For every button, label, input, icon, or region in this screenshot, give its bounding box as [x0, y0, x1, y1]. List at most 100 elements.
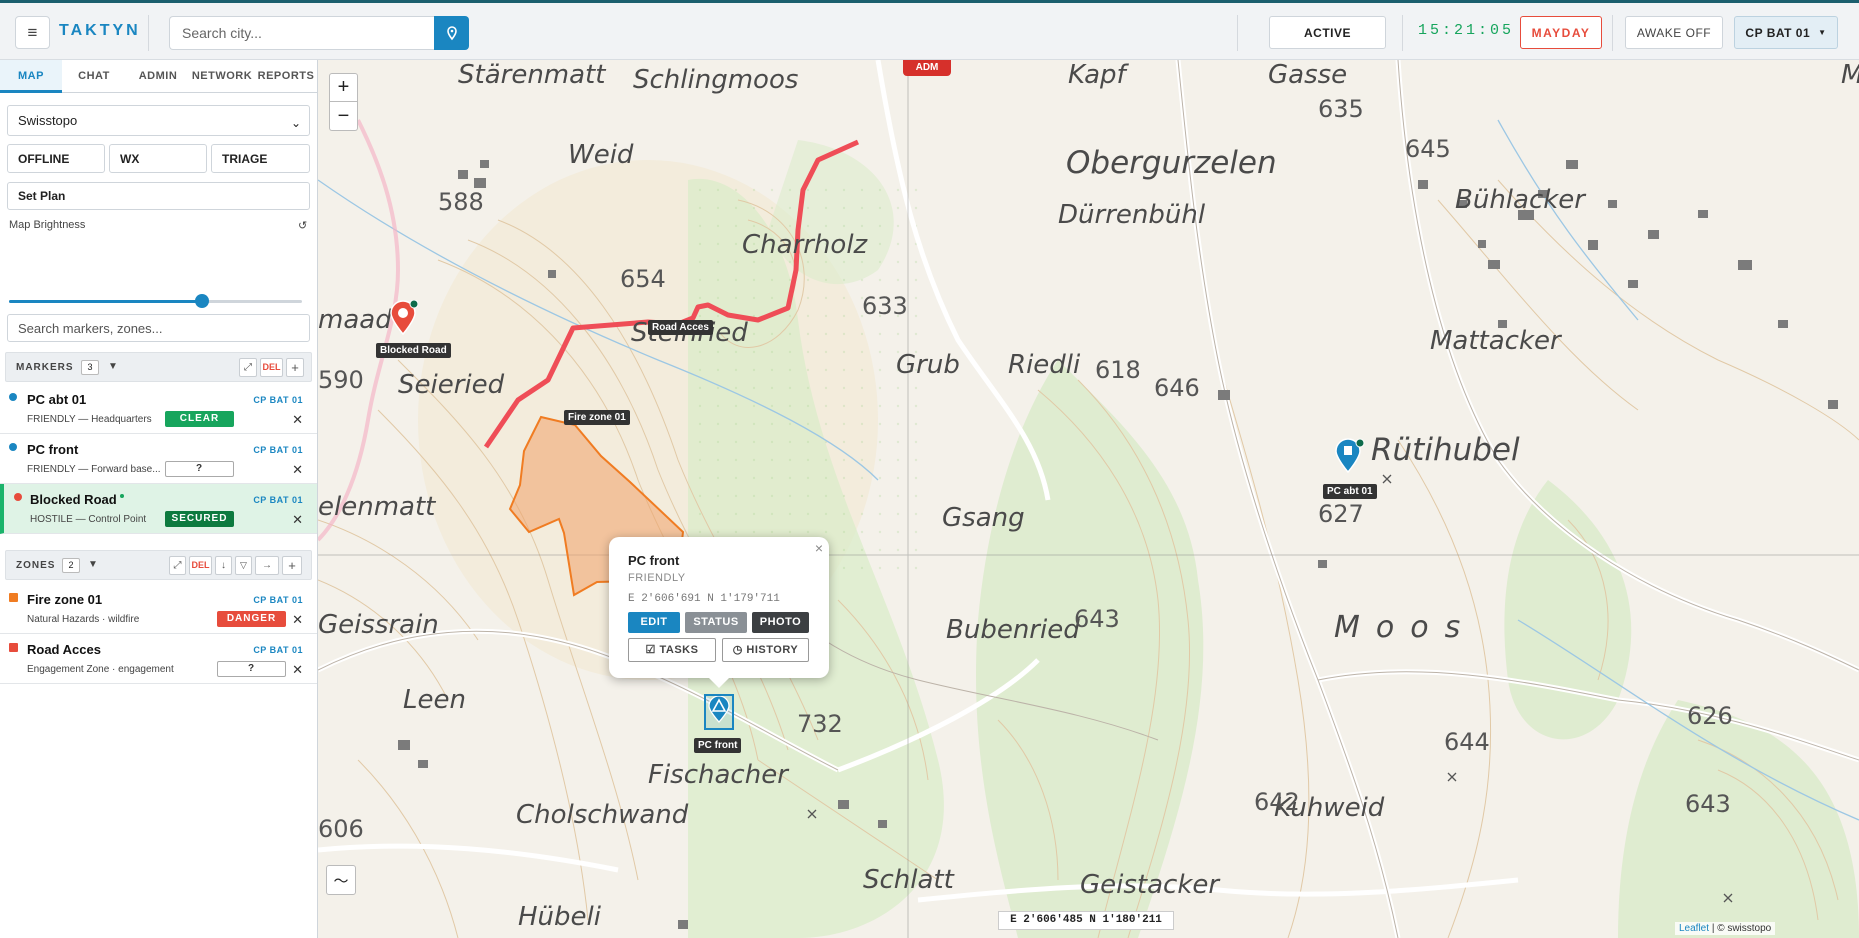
marker-popup: × PC front FRIENDLY E 2'606'691 N 1'179'…	[609, 537, 829, 688]
clock-icon: ◷	[732, 644, 747, 656]
place-label: elenmatt	[318, 492, 436, 522]
delete-markers-button[interactable]: DEL	[260, 358, 283, 377]
remove-icon[interactable]: ✕	[292, 412, 303, 428]
marker-search-input[interactable]: Search markers, zones...	[7, 314, 310, 342]
city-search-input[interactable]: Search city...	[169, 16, 434, 50]
edit-button[interactable]: EDIT	[628, 612, 680, 633]
history-button[interactable]: ◷ HISTORY	[722, 638, 809, 662]
remove-icon[interactable]: ✕	[292, 462, 303, 478]
place-label: Leen	[403, 685, 466, 715]
zone-label: Fire zone 01	[564, 410, 630, 425]
wx-button[interactable]: WX	[109, 144, 207, 173]
brightness-knob[interactable]	[195, 294, 210, 308]
status-badge[interactable]: CLEAR	[165, 411, 234, 427]
triage-button[interactable]: TRIAGE	[211, 144, 310, 173]
basemap-value: Swisstopo	[18, 113, 78, 128]
download-icon[interactable]: ↓	[215, 556, 232, 575]
zoom-in-button[interactable]: +	[329, 73, 358, 102]
status-badge[interactable]: SECURED	[165, 511, 234, 527]
offline-button[interactable]: OFFLINE	[7, 144, 105, 173]
place-label: Moos	[1841, 60, 1859, 90]
tab-map[interactable]: MAP	[0, 60, 62, 93]
arrow-right-icon[interactable]: →	[255, 556, 279, 575]
zoom-out-button[interactable]: −	[329, 102, 358, 131]
delete-zones-button[interactable]: DEL	[189, 556, 212, 575]
height-label: 635	[1318, 95, 1364, 123]
status-badge[interactable]: ?	[165, 461, 234, 477]
expand-icon[interactable]: ⤢	[239, 358, 257, 377]
expand-icon[interactable]: ⤢	[169, 556, 186, 575]
tab-admin[interactable]: ADMIN	[126, 60, 190, 93]
measure-icon[interactable]: 〜	[326, 865, 356, 895]
status-button[interactable]: ACTIVE	[1269, 16, 1386, 49]
map-attribution: Leaflet | © swisstopo	[1675, 922, 1776, 935]
selected-marker-frame[interactable]	[704, 694, 734, 730]
brightness-fill	[9, 300, 203, 303]
marker-unit: CP BAT 01	[253, 445, 303, 455]
height-label: 627	[1318, 500, 1364, 528]
status-button[interactable]: STATUS	[685, 612, 747, 633]
height-label: 645	[1405, 135, 1451, 163]
remove-icon[interactable]: ✕	[292, 612, 303, 628]
tab-chat[interactable]: CHAT	[62, 60, 126, 93]
status-badge[interactable]: ?	[217, 661, 286, 677]
locate-button[interactable]	[434, 16, 469, 50]
live-indicator	[120, 494, 124, 498]
zone-name: Road Acces	[27, 642, 101, 657]
mayday-button[interactable]: MAYDAY	[1520, 16, 1602, 49]
hostile-marker-icon[interactable]	[388, 300, 418, 336]
remove-icon[interactable]: ✕	[292, 662, 303, 678]
marker-row[interactable]: PC abt 01 CP BAT 01 FRIENDLY — Headquart…	[0, 384, 317, 434]
attribution-text: | © swisstopo	[1711, 923, 1772, 934]
sidebar-tabs: MAP CHAT ADMIN NETWORK REPORTS	[0, 60, 318, 93]
filter-icon[interactable]: ▼	[108, 361, 118, 372]
place-label: Geissrain	[318, 610, 439, 640]
place-label: Grub	[896, 350, 960, 380]
divider	[1402, 15, 1403, 51]
basemap-select[interactable]: Swisstopo ⌄	[7, 105, 310, 136]
unit-selector[interactable]: CP BAT 01 ▼	[1734, 16, 1838, 49]
marker-subtitle: HOSTILE — Control Point	[30, 514, 147, 525]
place-label: Riedli	[1008, 350, 1081, 380]
marker-row[interactable]: PC front CP BAT 01 FRIENDLY — Forward ba…	[0, 434, 317, 484]
brand-logo: TAKTYN	[59, 22, 141, 39]
status-badge[interactable]: DANGER	[217, 611, 286, 627]
awake-toggle[interactable]: AWAKE OFF	[1625, 16, 1723, 49]
place-label: Cholschwand	[516, 800, 689, 830]
funnel-icon[interactable]: ▽	[235, 556, 252, 575]
brightness-slider[interactable]	[9, 294, 302, 308]
set-plan-button[interactable]: Set Plan	[7, 182, 310, 210]
tab-reports[interactable]: REPORTS	[254, 60, 318, 93]
location-pin-icon	[446, 25, 457, 40]
filter-icon[interactable]: ▼	[88, 559, 98, 570]
tasks-button[interactable]: ☑ TASKS	[628, 638, 716, 662]
marker-row-selected[interactable]: Blocked Road CP BAT 01 HOSTILE — Control…	[0, 484, 317, 534]
zone-color-swatch	[9, 593, 18, 602]
markers-count: 3	[81, 360, 99, 375]
add-marker-button[interactable]: +	[286, 358, 304, 377]
friendly-marker-icon[interactable]	[1333, 438, 1365, 474]
menu-button[interactable]: ≡	[15, 16, 50, 49]
reset-icon[interactable]: ↺	[298, 219, 307, 232]
close-icon[interactable]: ×	[815, 540, 823, 556]
tab-network[interactable]: NETWORK	[190, 60, 254, 93]
add-zone-button[interactable]: +	[282, 556, 302, 575]
photo-button[interactable]: PHOTO	[752, 612, 809, 633]
route-label: Road Acces	[648, 320, 713, 335]
place-label: Gasse	[1268, 60, 1348, 90]
friendly-dot	[9, 443, 17, 451]
hostile-dot	[14, 493, 22, 501]
tasks-label: TASKS	[659, 644, 699, 656]
friendly-dot	[9, 393, 17, 401]
height-label: 643	[1074, 605, 1120, 633]
leaflet-link[interactable]: Leaflet	[1679, 923, 1709, 934]
remove-icon[interactable]: ✕	[292, 512, 303, 528]
zone-row[interactable]: Fire zone 01 CP BAT 01 Natural Hazards ·…	[0, 584, 317, 634]
height-label: 646	[1154, 374, 1200, 402]
hamburger-icon: ≡	[27, 22, 38, 42]
place-label: Gsang	[942, 503, 1025, 533]
zone-row[interactable]: Road Acces CP BAT 01 Engagement Zone · e…	[0, 634, 317, 684]
adm-tag[interactable]: ADM	[903, 60, 951, 76]
zones-count: 2	[62, 558, 80, 573]
map-view[interactable]: Stärenmatt Schlingmoos Obergurzelen Dürrenb…	[318, 60, 1859, 938]
